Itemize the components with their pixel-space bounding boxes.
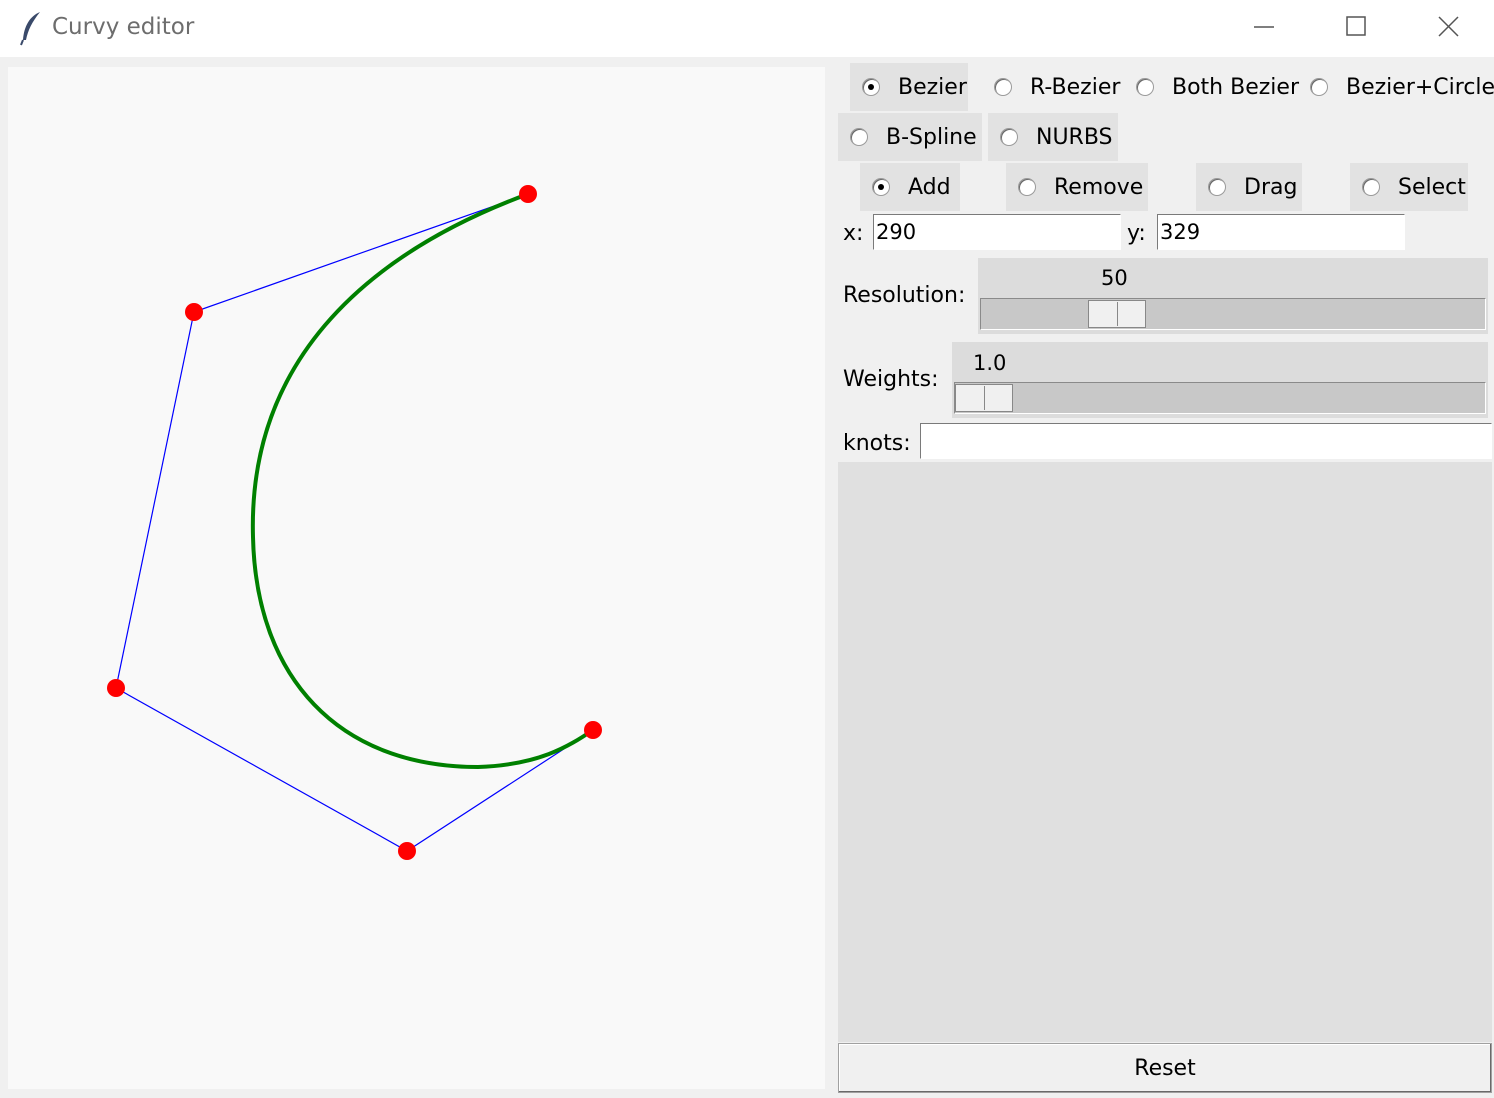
knots-field[interactable] bbox=[920, 423, 1492, 459]
radio-label: Both Bezier bbox=[1172, 74, 1299, 100]
radio-both-bezier[interactable]: Both Bezier bbox=[1124, 63, 1299, 111]
bezier-curve bbox=[250, 192, 595, 770]
x-label: x: bbox=[843, 221, 864, 246]
radio-indicator bbox=[1310, 78, 1328, 96]
close-icon bbox=[1438, 16, 1459, 37]
radio-label: Add bbox=[908, 174, 951, 200]
curve-drawing bbox=[107, 185, 602, 860]
radio-indicator bbox=[1136, 78, 1154, 96]
radio-nurbs[interactable]: NURBS bbox=[988, 113, 1118, 161]
drawing-canvas[interactable] bbox=[8, 67, 825, 1089]
resolution-label: Resolution: bbox=[843, 283, 966, 308]
radio-label: Select bbox=[1398, 174, 1466, 200]
radio-indicator bbox=[1000, 128, 1018, 146]
radio-bezier[interactable]: Bezier bbox=[850, 63, 968, 111]
minimize-button[interactable] bbox=[1218, 0, 1310, 57]
radio-indicator bbox=[1362, 178, 1380, 196]
weights-label: Weights: bbox=[843, 367, 939, 392]
options-panel bbox=[838, 462, 1492, 1042]
control-point[interactable] bbox=[519, 185, 537, 203]
resolution-slider-handle[interactable] bbox=[1088, 300, 1146, 328]
x-field[interactable] bbox=[873, 214, 1121, 250]
radio-b-spline[interactable]: B-Spline bbox=[838, 113, 982, 161]
radio-label: Bezier bbox=[898, 74, 967, 100]
radio-bezier-circle[interactable]: Bezier+Circle bbox=[1298, 63, 1494, 111]
control-point[interactable] bbox=[107, 679, 125, 697]
radio-label: Remove bbox=[1054, 174, 1144, 200]
resolution-slider[interactable] bbox=[980, 298, 1486, 330]
radio-mode-remove[interactable]: Remove bbox=[1006, 163, 1148, 211]
radio-label: Bezier+Circle bbox=[1346, 74, 1494, 100]
radio-indicator bbox=[994, 78, 1012, 96]
resolution-value: 50 bbox=[1101, 266, 1128, 290]
weights-value: 1.0 bbox=[973, 351, 1007, 375]
minimize-icon bbox=[1254, 26, 1274, 28]
radio-indicator bbox=[862, 78, 880, 96]
radio-r-bezier[interactable]: R-Bezier bbox=[982, 63, 1122, 111]
control-point[interactable] bbox=[584, 721, 602, 739]
radio-indicator bbox=[872, 178, 890, 196]
weights-slider-handle[interactable] bbox=[955, 384, 1013, 412]
y-label: y: bbox=[1127, 221, 1146, 246]
radio-indicator bbox=[1208, 178, 1226, 196]
radio-mode-drag[interactable]: Drag bbox=[1196, 163, 1302, 211]
radio-label: Drag bbox=[1244, 174, 1298, 200]
radio-mode-select[interactable]: Select bbox=[1350, 163, 1468, 211]
title-bar: Curvy editor bbox=[0, 0, 1494, 57]
radio-indicator bbox=[1018, 178, 1036, 196]
radio-mode-add[interactable]: Add bbox=[860, 163, 960, 211]
radio-label: NURBS bbox=[1036, 124, 1113, 150]
close-button[interactable] bbox=[1402, 0, 1494, 57]
radio-label: B-Spline bbox=[886, 124, 977, 150]
radio-indicator bbox=[850, 128, 868, 146]
radio-label: R-Bezier bbox=[1030, 74, 1121, 100]
maximize-icon bbox=[1346, 16, 1366, 36]
feather-icon bbox=[20, 12, 40, 46]
weights-slider[interactable] bbox=[954, 382, 1486, 414]
control-point[interactable] bbox=[185, 303, 203, 321]
knots-label: knots: bbox=[843, 431, 911, 456]
y-field[interactable] bbox=[1157, 214, 1405, 250]
maximize-button[interactable] bbox=[1310, 0, 1402, 57]
control-point[interactable] bbox=[398, 842, 416, 860]
window-title: Curvy editor bbox=[52, 14, 195, 40]
reset-button[interactable]: Reset bbox=[838, 1043, 1492, 1093]
